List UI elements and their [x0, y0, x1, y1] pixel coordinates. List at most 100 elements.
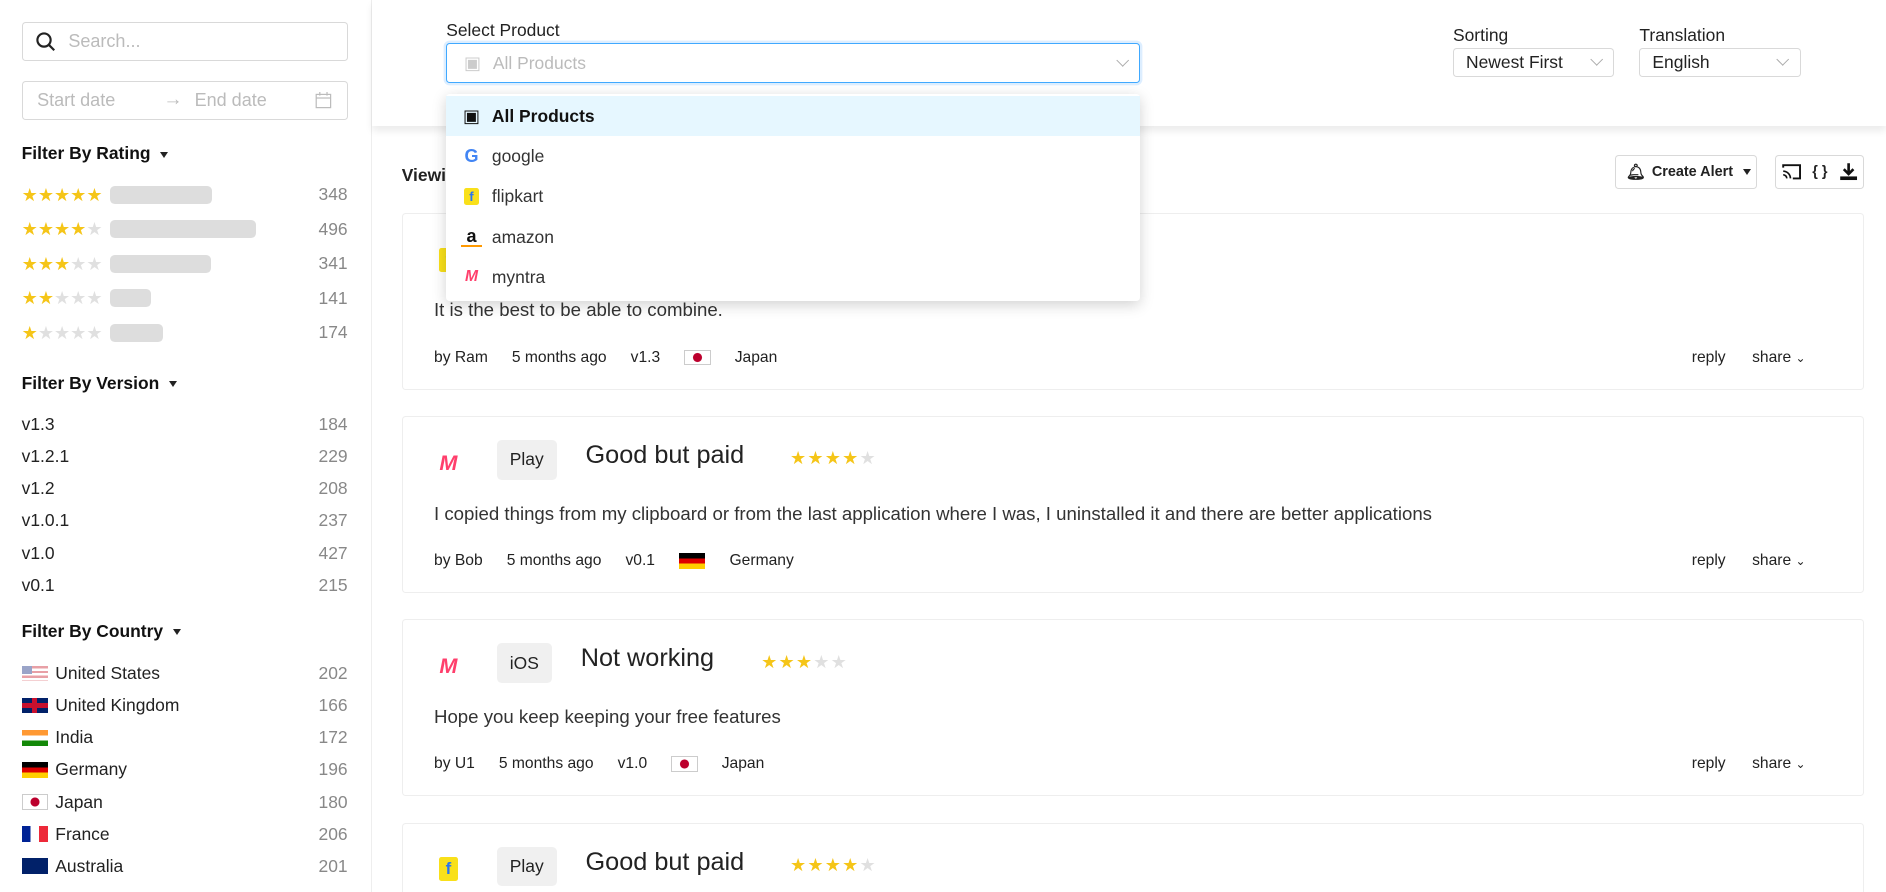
review-text: I copied things from my clipboard or fro…: [434, 502, 1432, 524]
star-icon: ★: [37, 322, 54, 343]
share-button[interactable]: share ⌄: [1752, 552, 1806, 570]
date-range-picker[interactable]: Start date → End date: [21, 80, 348, 121]
chevron-down-icon: [1115, 54, 1130, 68]
dropdown-option-myntra[interactable]: Mmyntra: [446, 257, 1140, 297]
box-icon: ▣: [463, 52, 481, 73]
country-filter-row[interactable]: United Kingdom 166: [21, 692, 348, 718]
star-icon: ★: [70, 288, 87, 309]
star-icon: ★: [795, 651, 814, 672]
bell-icon: 🔔︎: [1625, 163, 1646, 181]
filter-by-country-toggle[interactable]: Filter By Country: [22, 621, 181, 642]
version-count: 237: [318, 510, 348, 531]
filter-by-rating-title: Filter By Rating: [21, 143, 151, 164]
review-time: 5 months ago: [498, 755, 594, 773]
download-icon[interactable]: [1839, 162, 1858, 181]
dropdown-option-amazon[interactable]: a amazon: [446, 217, 1140, 257]
flag-in-icon: [21, 729, 49, 746]
version-label: v1.3: [21, 414, 55, 435]
start-date-input[interactable]: Start date: [37, 90, 151, 111]
translation-select[interactable]: English: [1639, 48, 1801, 77]
translation-value: English: [1652, 52, 1710, 73]
country-filter-row[interactable]: United States 202: [21, 660, 348, 686]
rating-filter-row[interactable]: ★★★★★ 174: [22, 320, 348, 346]
sidebar: Search... Start date → End date Filter B…: [0, 0, 372, 892]
chevron-down-icon: [1589, 53, 1604, 67]
country-filter-row[interactable]: Japan 180: [21, 789, 348, 815]
flipkart-icon: f: [461, 186, 483, 208]
dropdown-option-all-products[interactable]: ▣ All Products: [446, 96, 1141, 137]
country-count: 201: [318, 855, 348, 876]
country-filter-row[interactable]: France 206: [21, 821, 348, 847]
cast-icon[interactable]: [1782, 164, 1801, 180]
star-icon: ★: [859, 854, 877, 875]
filter-by-version-toggle[interactable]: Filter By Version: [22, 373, 177, 394]
review-version: v0.1: [625, 551, 655, 569]
version-label: v1.0.1: [21, 510, 70, 531]
share-button[interactable]: share ⌄: [1752, 349, 1806, 367]
review-author: by Bob: [434, 551, 483, 569]
review-version: v1.3: [630, 348, 661, 366]
star-icon: ★: [37, 184, 54, 205]
version-filter-row[interactable]: v1.2 208: [22, 476, 348, 502]
review-rating: ★★★★★: [790, 855, 877, 876]
rating-stars: ★★★★★: [22, 324, 103, 342]
version-label: v1.2: [21, 478, 55, 499]
star-icon: ★: [86, 219, 103, 240]
country-filter-row[interactable]: Australia 201: [21, 853, 348, 879]
dropdown-option-google[interactable]: Ggoogle: [446, 136, 1140, 176]
create-alert-button[interactable]: 🔔︎ Create Alert: [1615, 155, 1758, 189]
calendar-icon: [315, 92, 332, 109]
flag-de-icon: [679, 553, 706, 569]
caret-down-icon: [172, 629, 181, 636]
country-filter-row[interactable]: India 172: [21, 725, 348, 751]
version-label: v0.1: [21, 574, 55, 595]
review-rating: ★★★★★: [790, 448, 877, 469]
star-icon: ★: [37, 219, 54, 240]
select-product-label: Select Product: [446, 20, 560, 41]
version-filter-row[interactable]: v1.0 427: [22, 540, 348, 566]
country-filter-row[interactable]: Germany 196: [21, 757, 348, 783]
country-label: Germany: [55, 759, 128, 780]
option-label: flipkart: [491, 186, 544, 207]
rating-filter-row[interactable]: ★★★★★ 348: [22, 182, 348, 208]
filter-by-rating-toggle[interactable]: Filter By Rating: [21, 143, 169, 164]
json-icon[interactable]: { }: [1812, 164, 1827, 180]
myntra-icon: M: [439, 449, 458, 475]
rating-count: 348: [318, 184, 348, 205]
country-label: United Kingdom: [55, 695, 180, 716]
review-country: Japan: [734, 348, 778, 366]
version-count: 208: [318, 478, 348, 499]
sorting-select[interactable]: Newest First: [1452, 48, 1615, 77]
reply-button[interactable]: reply: [1692, 552, 1726, 570]
reply-button[interactable]: reply: [1692, 349, 1726, 367]
star-icon: ★: [21, 219, 38, 240]
rating-filter-row[interactable]: ★★★★★ 341: [22, 251, 348, 277]
star-icon: ★: [790, 448, 808, 469]
reply-button[interactable]: reply: [1692, 755, 1726, 773]
dropdown-option-flipkart[interactable]: f flipkart: [446, 177, 1140, 217]
version-filter-row[interactable]: v1.3 184: [22, 411, 348, 437]
rating-stars: ★★★★★: [21, 219, 103, 240]
store-badge: iOS: [496, 643, 553, 683]
rating-filter-row[interactable]: ★★★★★ 496: [22, 216, 348, 242]
star-icon: ★: [813, 651, 831, 672]
star-icon: ★: [830, 651, 849, 672]
product-select[interactable]: ▣ All Products: [446, 43, 1141, 83]
review-card: M Play Good but paid ★★★★★ I copied things f…: [401, 416, 1865, 593]
star-icon: ★: [53, 184, 71, 205]
review-author: by U1: [434, 755, 475, 773]
version-filter-row[interactable]: v0.1 215: [22, 572, 348, 598]
rating-filter-row[interactable]: ★★★★★ 141: [22, 285, 348, 311]
star-icon: ★: [21, 322, 38, 343]
version-label: v1.2.1: [21, 446, 70, 467]
sorting-label: Sorting: [1452, 25, 1509, 46]
search-input[interactable]: Search...: [21, 21, 348, 62]
star-icon: ★: [53, 253, 71, 274]
end-date-input[interactable]: End date: [195, 90, 267, 111]
option-label: myntra: [491, 266, 546, 287]
version-filter-row[interactable]: v1.2.1 229: [22, 443, 348, 469]
share-button[interactable]: share ⌄: [1752, 755, 1806, 773]
version-filter-row[interactable]: v1.0.1 237: [22, 508, 348, 534]
rating-stars: ★★★★★: [22, 288, 103, 309]
rating-count: 141: [318, 287, 348, 308]
